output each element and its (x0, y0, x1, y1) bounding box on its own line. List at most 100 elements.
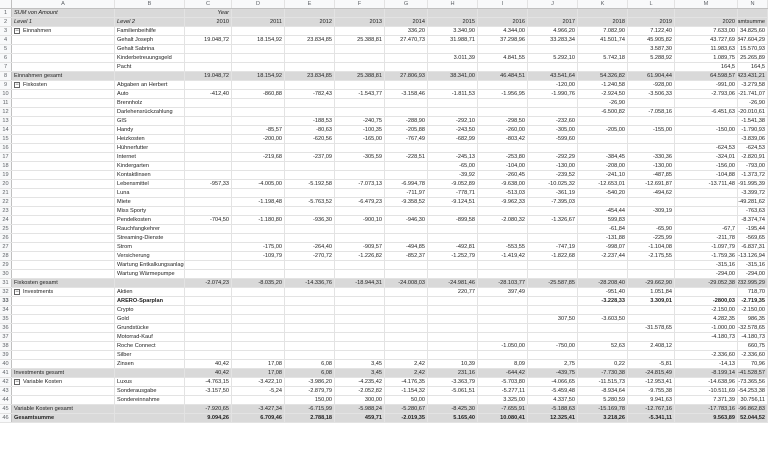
cell-n20[interactable]: -91.995,39 (738, 180, 768, 188)
cell-c42[interactable]: -4.763,15 (185, 378, 232, 386)
column-header-g[interactable]: G (385, 0, 428, 8)
cell-i43[interactable]: -5.277,11 (478, 387, 528, 395)
cell-b20[interactable]: Lebensmittel (115, 180, 185, 188)
row-number[interactable]: 12 (0, 108, 12, 116)
cell-n37[interactable]: -4.180,73 (738, 333, 768, 341)
cell-m40[interactable]: -14,13 (675, 360, 738, 368)
cell-a8[interactable]: Einnahmen gesamt (12, 72, 115, 80)
cell-h6[interactable]: 3.011,39 (428, 54, 478, 62)
cell-l14[interactable]: -155,00 (628, 126, 675, 134)
cell-b11[interactable]: Brennholz (115, 99, 185, 107)
cell-l32[interactable]: 1.051,84 (628, 288, 675, 296)
cell-c5[interactable] (185, 45, 232, 53)
cell-a5[interactable] (12, 45, 115, 53)
cell-k32[interactable]: -951,40 (578, 288, 628, 296)
cell-e39[interactable] (285, 351, 335, 359)
cell-h39[interactable] (428, 351, 478, 359)
cell-k46[interactable]: 3.218,26 (578, 414, 628, 422)
cell-g34[interactable] (385, 306, 428, 314)
cell-e21[interactable] (285, 189, 335, 197)
cell-m17[interactable]: -324,01 (675, 153, 738, 161)
cell-d41[interactable]: 17,08 (232, 369, 285, 377)
cell-a27[interactable] (12, 243, 115, 251)
cell-d27[interactable]: -175,00 (232, 243, 285, 251)
cell-h14[interactable]: -243,50 (428, 126, 478, 134)
cell-n42[interactable]: -73.365,56 (738, 378, 768, 386)
cell-f38[interactable] (335, 342, 385, 350)
cell-j30[interactable] (528, 270, 578, 278)
cell-n24[interactable]: -8.374,74 (738, 216, 768, 224)
cell-h19[interactable]: -39,92 (428, 171, 478, 179)
cell-l38[interactable]: 2.408,12 (628, 342, 675, 350)
cell-c31[interactable]: -2.074,23 (185, 279, 232, 287)
cell-g43[interactable]: -1.154,32 (385, 387, 428, 395)
cell-f36[interactable] (335, 324, 385, 332)
collapse-toggle-icon[interactable]: − (14, 28, 20, 34)
column-header-l[interactable]: L (628, 0, 675, 8)
cell-l21[interactable]: -494,62 (628, 189, 675, 197)
cell-m2[interactable]: 2020 (675, 18, 738, 26)
cell-m25[interactable]: -67,7 (675, 225, 738, 233)
row-number[interactable]: 45 (0, 405, 12, 413)
row-number[interactable]: 15 (0, 135, 12, 143)
cell-n44[interactable]: 30.756,11 (738, 396, 768, 404)
cell-a40[interactable] (12, 360, 115, 368)
row-number[interactable]: 35 (0, 315, 12, 323)
cell-e3[interactable] (285, 27, 335, 35)
cell-g12[interactable] (385, 108, 428, 116)
cell-d3[interactable] (232, 27, 285, 35)
cell-g14[interactable]: -205,88 (385, 126, 428, 134)
cell-m30[interactable]: -294,00 (675, 270, 738, 278)
cell-b16[interactable]: Hühnerfutter (115, 144, 185, 152)
cell-g23[interactable] (385, 207, 428, 215)
cell-f25[interactable] (335, 225, 385, 233)
cell-d31[interactable]: -8.035,20 (232, 279, 285, 287)
cell-l23[interactable]: -309,19 (628, 207, 675, 215)
cell-m22[interactable] (675, 198, 738, 206)
cell-h28[interactable]: -1.252,79 (428, 252, 478, 260)
cell-a41[interactable]: Investments gesamt (12, 369, 115, 377)
cell-h41[interactable]: 231,16 (428, 369, 478, 377)
cell-j19[interactable]: -239,52 (528, 171, 578, 179)
cell-h38[interactable] (428, 342, 478, 350)
cell-j16[interactable] (528, 144, 578, 152)
cell-a37[interactable] (12, 333, 115, 341)
cell-l15[interactable] (628, 135, 675, 143)
cell-c41[interactable]: 40,42 (185, 369, 232, 377)
cell-b19[interactable]: Kontaktlinsen (115, 171, 185, 179)
cell-d1[interactable] (232, 9, 285, 17)
cell-g16[interactable] (385, 144, 428, 152)
cell-j20[interactable]: -10.025,32 (528, 180, 578, 188)
cell-j35[interactable]: 307,50 (528, 315, 578, 323)
cell-k40[interactable]: 0,22 (578, 360, 628, 368)
cell-c15[interactable] (185, 135, 232, 143)
cell-f17[interactable]: -305,59 (335, 153, 385, 161)
row-number[interactable]: 19 (0, 171, 12, 179)
cell-f2[interactable]: 2013 (335, 18, 385, 26)
cell-b23[interactable]: Miss Sporty (115, 207, 185, 215)
cell-d33[interactable] (232, 297, 285, 305)
cell-a4[interactable] (12, 36, 115, 44)
cell-l8[interactable]: 61.904,44 (628, 72, 675, 80)
cell-d14[interactable]: -85,57 (232, 126, 285, 134)
cell-i11[interactable] (478, 99, 528, 107)
cell-k13[interactable] (578, 117, 628, 125)
cell-m15[interactable] (675, 135, 738, 143)
cell-e20[interactable]: -5.192,58 (285, 180, 335, 188)
cell-a11[interactable] (12, 99, 115, 107)
cell-i14[interactable]: -260,00 (478, 126, 528, 134)
cell-d2[interactable]: 2011 (232, 18, 285, 26)
cell-c27[interactable] (185, 243, 232, 251)
cell-m28[interactable]: -1.759,36 (675, 252, 738, 260)
column-header-j[interactable]: J (528, 0, 578, 8)
cell-h27[interactable]: -492,81 (428, 243, 478, 251)
cell-e18[interactable] (285, 162, 335, 170)
cell-b25[interactable]: Rauchfangkehrer (115, 225, 185, 233)
cell-k30[interactable] (578, 270, 628, 278)
cell-i10[interactable]: -1.956,95 (478, 90, 528, 98)
cell-b30[interactable]: Wartung Wärmepumpe (115, 270, 185, 278)
cell-m12[interactable]: -6.451,63 (675, 108, 738, 116)
cell-j27[interactable]: -747,19 (528, 243, 578, 251)
cell-j32[interactable] (528, 288, 578, 296)
cell-m45[interactable]: -17.783,16 (675, 405, 738, 413)
